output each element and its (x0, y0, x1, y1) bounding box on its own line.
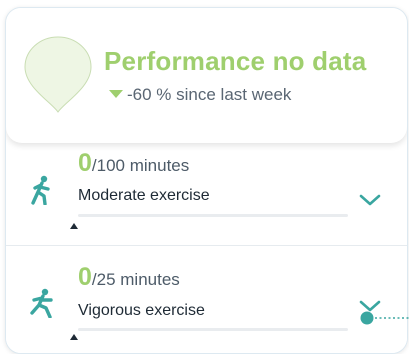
activity-amount: 0/25 minutes (78, 263, 180, 292)
chevron-down-icon[interactable] (358, 192, 382, 208)
exercise-performance-card: Performance no data -60 % since last wee… (5, 7, 408, 354)
progress-track (78, 214, 348, 217)
activity-target: /25 minutes (91, 270, 180, 289)
performance-title: Performance no data (104, 46, 367, 76)
activity-value: 0 (78, 149, 92, 177)
activity-amount: 0/100 minutes (78, 149, 189, 178)
performance-trend: -60 % since last week (109, 85, 291, 105)
progress-marker (70, 223, 78, 229)
running-person-icon (30, 288, 53, 318)
performance-header: Performance no data -60 % since last wee… (6, 8, 407, 143)
activity-value: 0 (78, 263, 92, 291)
trend-text: -60 % since last week (127, 85, 292, 104)
activity-row-vigorous[interactable]: 0/25 minutes Vigorous exercise (6, 246, 407, 353)
progress-marker (70, 334, 78, 340)
progress-track (78, 328, 348, 331)
triangle-down-icon (109, 90, 123, 98)
activity-row-moderate[interactable]: 0/100 minutes Moderate exercise (6, 143, 407, 246)
running-person-icon (31, 175, 50, 205)
activity-target: /100 minutes (91, 156, 190, 175)
activity-label: Moderate exercise (78, 187, 210, 204)
performance-indicator-icon (24, 36, 92, 113)
activity-label: Vigorous exercise (78, 302, 205, 319)
dotted-connector-icon (360, 311, 409, 325)
